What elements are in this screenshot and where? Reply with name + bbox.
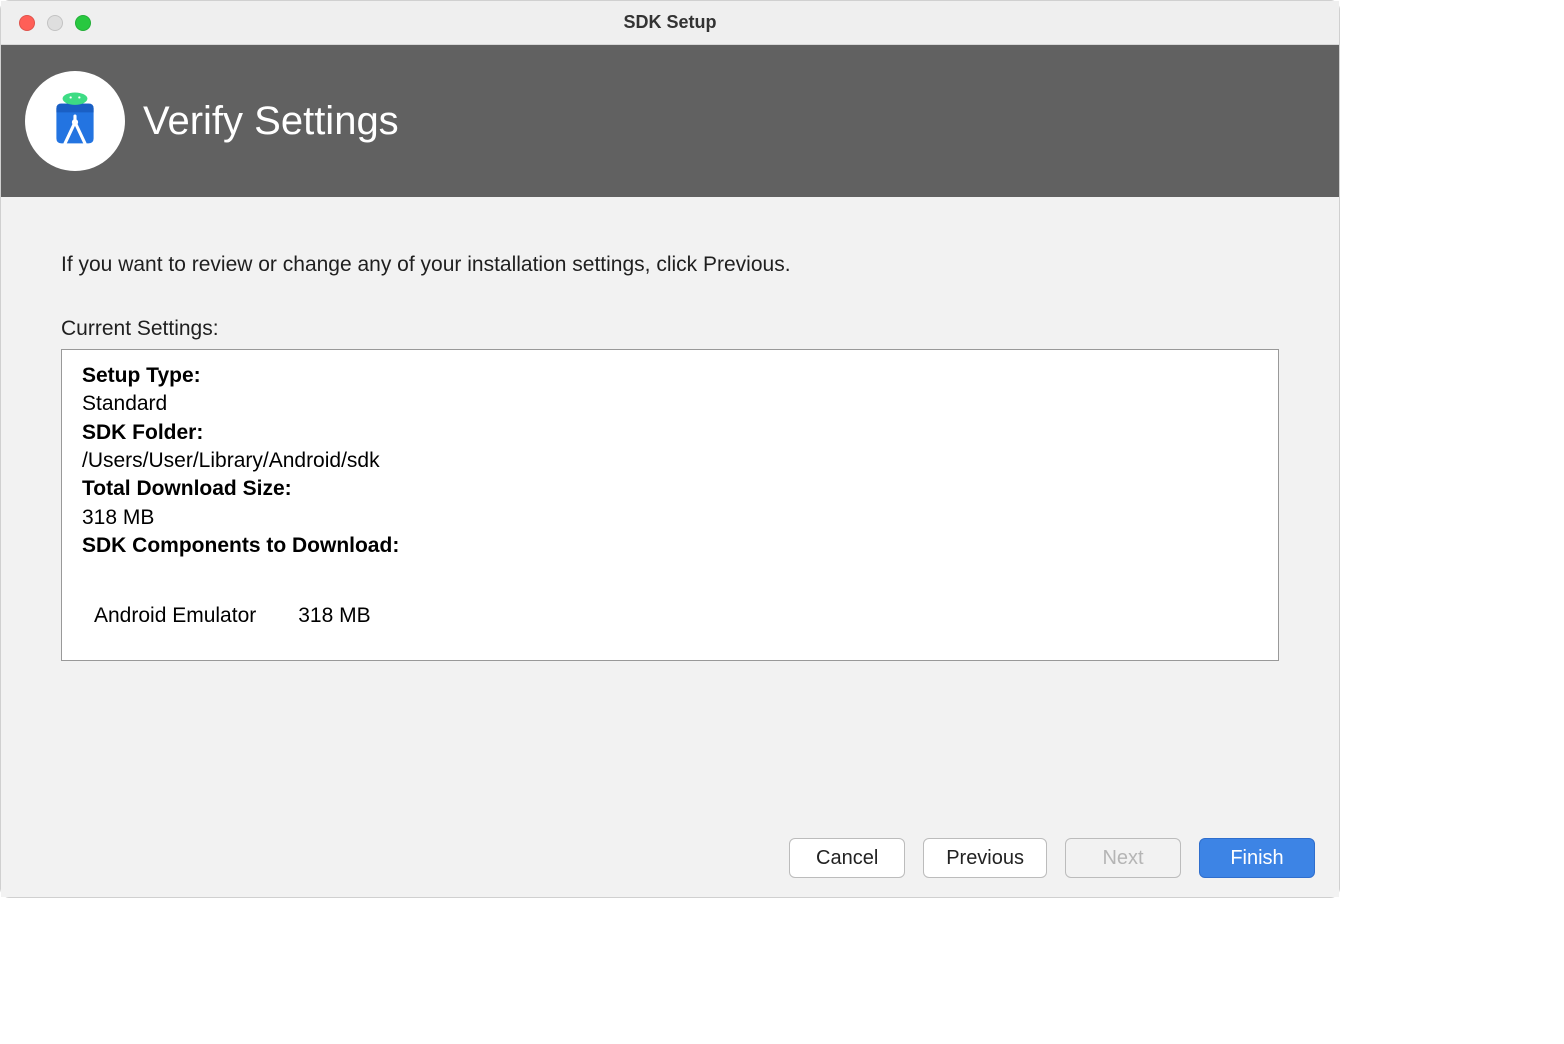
components-download-label: SDK Components to Download:	[82, 534, 399, 557]
sdk-folder-label: SDK Folder:	[82, 421, 203, 444]
window-title: SDK Setup	[1, 12, 1339, 33]
wizard-footer: Cancel Previous Next Finish	[1, 819, 1339, 897]
window-controls	[19, 15, 91, 31]
instruction-text: If you want to review or change any of y…	[61, 253, 1279, 277]
window-maximize-icon[interactable]	[75, 15, 91, 31]
total-download-value: 318 MB	[82, 506, 154, 529]
component-size: 318 MB	[298, 602, 370, 630]
component-name: Android Emulator	[94, 602, 256, 630]
component-row: Android Emulator 318 MB	[82, 602, 1258, 630]
setup-type-label: Setup Type:	[82, 364, 201, 387]
window-titlebar: SDK Setup	[1, 1, 1339, 45]
previous-button[interactable]: Previous	[923, 838, 1047, 878]
finish-button[interactable]: Finish	[1199, 838, 1315, 878]
sdk-folder-value: /Users/User/Library/Android/sdk	[82, 449, 380, 472]
window-close-icon[interactable]	[19, 15, 35, 31]
settings-box: Setup Type: Standard SDK Folder: /Users/…	[61, 349, 1279, 661]
content-area: If you want to review or change any of y…	[1, 197, 1339, 819]
total-download-label: Total Download Size:	[82, 477, 292, 500]
setup-type-value: Standard	[82, 392, 167, 415]
cancel-button[interactable]: Cancel	[789, 838, 905, 878]
next-button: Next	[1065, 838, 1181, 878]
window-minimize-icon	[47, 15, 63, 31]
current-settings-label: Current Settings:	[61, 317, 1279, 341]
page-header: Verify Settings	[1, 45, 1339, 197]
page-title: Verify Settings	[143, 99, 399, 144]
android-studio-icon	[25, 71, 125, 171]
